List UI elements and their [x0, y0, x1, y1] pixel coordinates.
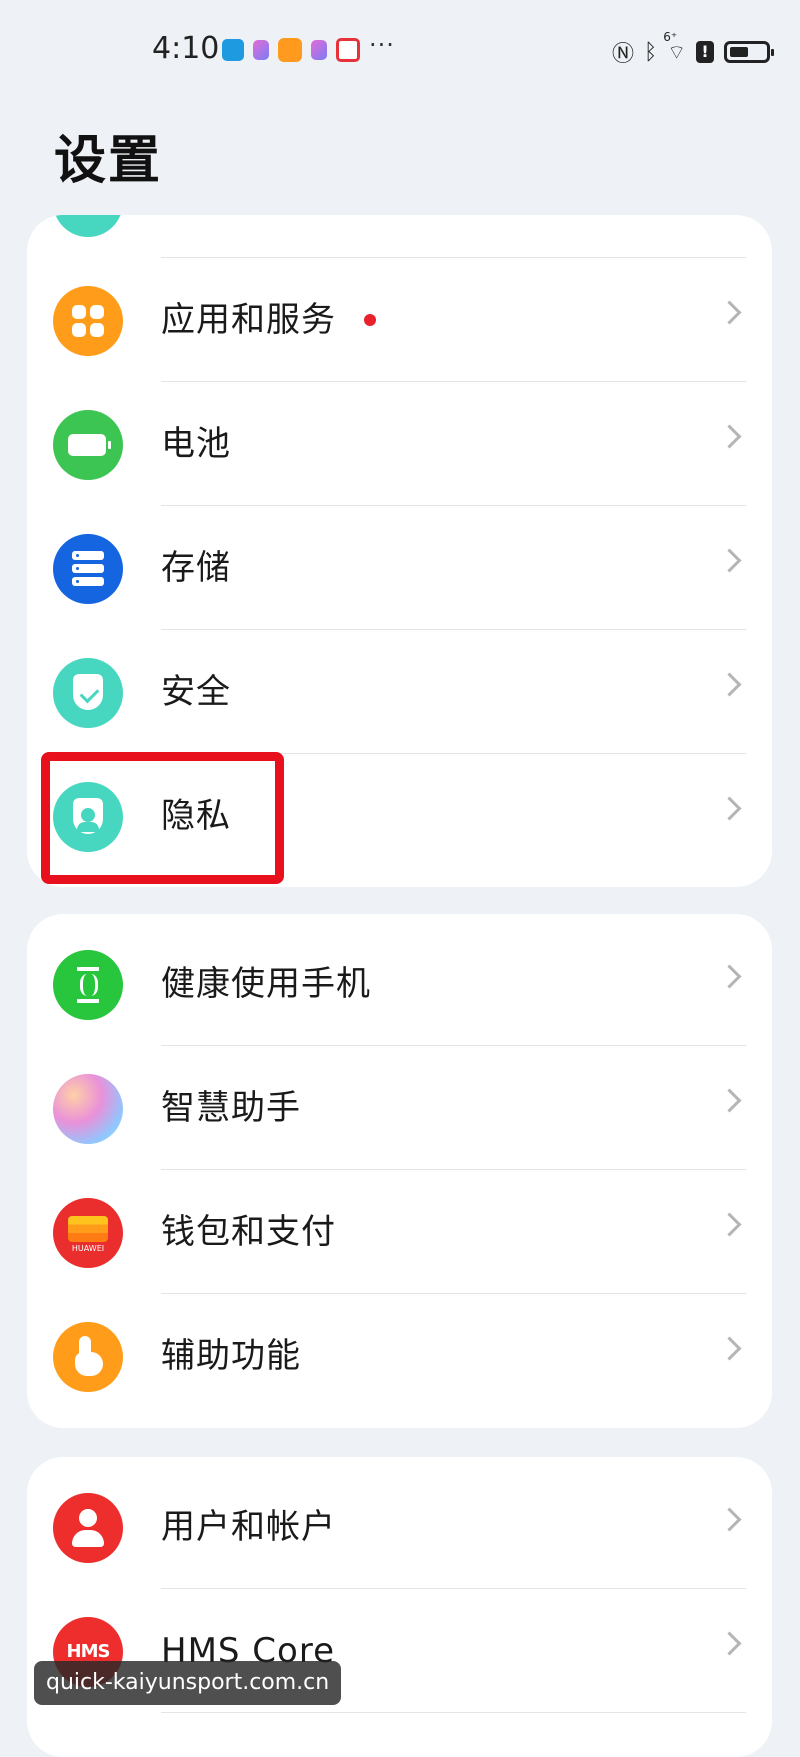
settings-item-wallet[interactable]: HUAWEI 钱包和支付 — [27, 1170, 772, 1294]
settings-item-label: 电池 — [161, 424, 231, 464]
settings-item-battery[interactable]: 电池 — [27, 382, 772, 506]
chevron-right-icon — [717, 1336, 742, 1361]
settings-item-label: 用户和帐户 — [161, 1507, 336, 1547]
app-cube-icon — [311, 40, 327, 60]
red-app-icon — [336, 38, 360, 62]
alert-icon: ! — [696, 41, 714, 63]
bluetooth-icon: ᛒ — [643, 39, 658, 65]
chevron-right-icon — [717, 548, 742, 573]
divider — [161, 1712, 746, 1713]
message-icon — [222, 39, 244, 61]
settings-item-label: 钱包和支付 — [161, 1212, 336, 1252]
orange-app-icon — [278, 38, 302, 62]
chevron-right-icon — [717, 1212, 742, 1237]
chevron-right-icon — [717, 1507, 742, 1532]
status-bar: 4:10 ··· Ⓝ ᛒ 6⁺ ⌔ ! — [0, 0, 800, 100]
system-icons: Ⓝ ᛒ 6⁺ ⌔ ! — [611, 29, 774, 68]
settings-item-label: 智慧助手 — [161, 1088, 301, 1128]
settings-item-apps-services[interactable]: 应用和服务 — [27, 258, 772, 382]
hms-icon-text: HMS — [66, 1641, 111, 1662]
settings-item-accounts[interactable]: 用户和帐户 — [27, 1465, 772, 1589]
privacy-highlight-box — [41, 752, 284, 884]
apps-icon — [53, 286, 123, 356]
user-icon — [53, 1493, 123, 1563]
settings-group-3: 用户和帐户 HMS HMS Core — [27, 1457, 772, 1757]
hourglass-icon — [53, 950, 123, 1020]
notification-icons: ··· — [222, 31, 395, 62]
settings-item-digital-balance[interactable]: 健康使用手机 — [27, 922, 772, 1046]
chevron-right-icon — [717, 796, 742, 821]
chevron-right-icon — [717, 1631, 742, 1656]
wifi-badge: 6⁺ — [663, 29, 678, 44]
security-shield-icon — [53, 658, 123, 728]
storage-icon — [53, 534, 123, 604]
app-cube-icon — [253, 40, 269, 60]
wallet-icon: HUAWEI — [53, 1198, 123, 1268]
partial-setting-icon — [53, 215, 123, 237]
watermark: quick-kaiyunsport.com.cn — [34, 1661, 342, 1705]
settings-item-accessibility[interactable]: 辅助功能 — [27, 1294, 772, 1418]
chevron-right-icon — [717, 964, 742, 989]
status-time: 4:10 — [152, 31, 220, 66]
chevron-right-icon — [717, 424, 742, 449]
chevron-right-icon — [717, 1088, 742, 1113]
chevron-right-icon — [717, 300, 742, 325]
settings-item-label: 辅助功能 — [161, 1336, 301, 1376]
settings-item-security[interactable]: 安全 — [27, 630, 772, 754]
settings-group-2: 健康使用手机 智慧助手 HUAWEI 钱包和支付 辅助功能 — [27, 914, 772, 1428]
chevron-right-icon — [717, 672, 742, 697]
page-title: 设置 — [54, 131, 163, 191]
settings-item-label: 存储 — [161, 548, 231, 588]
new-badge-dot — [364, 314, 376, 326]
battery-icon — [724, 41, 774, 63]
more-notifications-icon: ··· — [369, 31, 395, 59]
settings-item-label: 安全 — [161, 672, 231, 712]
settings-item-storage[interactable]: 存储 — [27, 506, 772, 630]
settings-item-label: 应用和服务 — [161, 300, 336, 340]
nfc-icon: Ⓝ — [611, 42, 634, 67]
wifi-icon: 6⁺ ⌔ — [663, 29, 686, 64]
settings-item-label: 健康使用手机 — [161, 964, 371, 1004]
settings-item-assistant[interactable]: 智慧助手 — [27, 1046, 772, 1170]
assistant-icon — [53, 1074, 123, 1144]
wallet-icon-text: HUAWEI — [71, 1244, 105, 1253]
accessibility-hand-icon — [53, 1322, 123, 1392]
battery-icon — [53, 410, 123, 480]
